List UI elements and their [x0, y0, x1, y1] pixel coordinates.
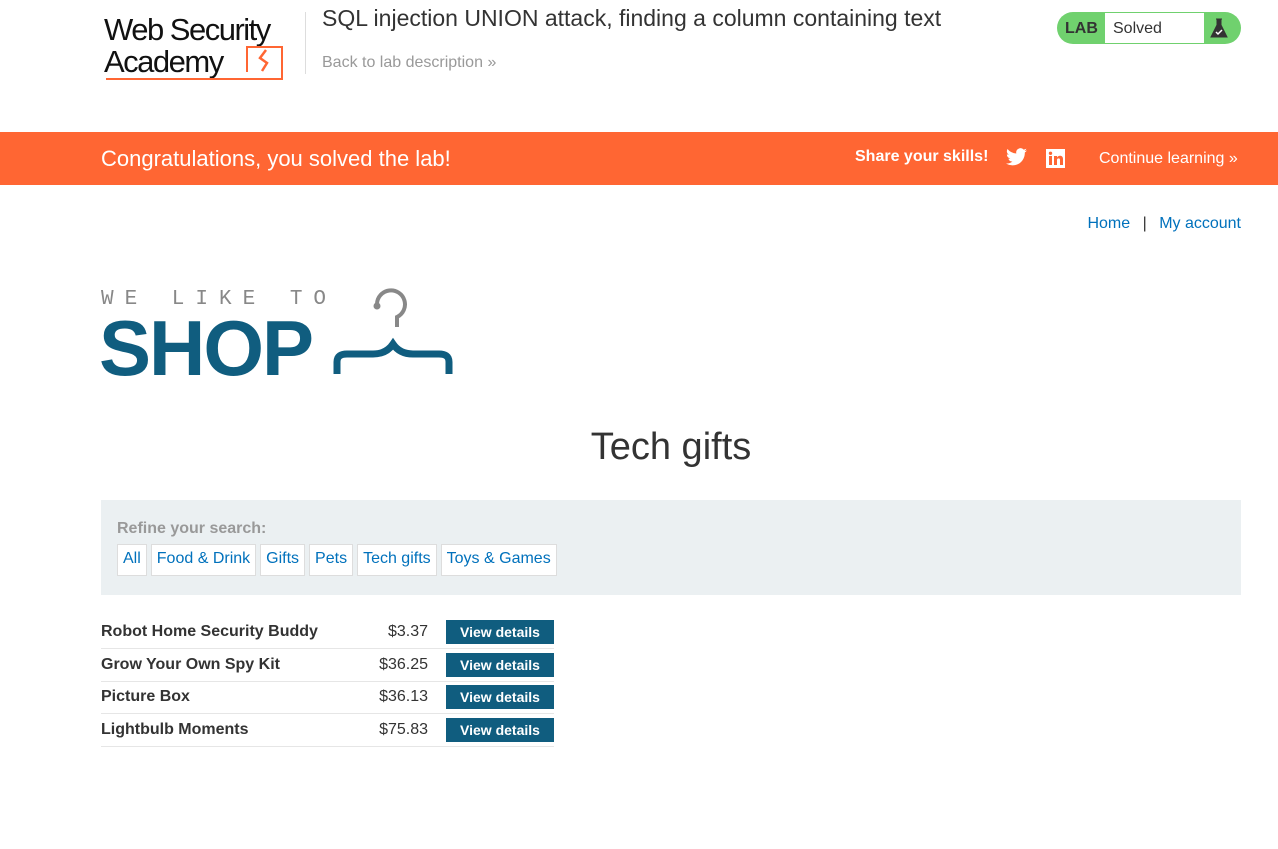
category-pets[interactable]: Pets — [309, 544, 354, 576]
my-account-link[interactable]: My account — [1159, 215, 1241, 232]
header-divider — [305, 12, 306, 74]
table-row: Lightbulb Moments $75.83 View details — [101, 713, 554, 747]
category-tech-gifts[interactable]: Tech gifts — [357, 544, 437, 576]
table-row: Grow Your Own Spy Kit $36.25 View details — [101, 648, 554, 682]
svg-text:Web Security: Web Security — [104, 12, 272, 47]
view-details-button[interactable]: View details — [446, 652, 554, 677]
refine-search-label: Refine your search: — [117, 520, 267, 537]
lab-status-badge: LAB Solved — [1057, 12, 1241, 44]
svg-text:Academy: Academy — [104, 44, 225, 79]
product-price: $36.13 — [371, 681, 446, 714]
linkedin-icon[interactable] — [1046, 149, 1065, 168]
table-row: Robot Home Security Buddy $3.37 View detai… — [101, 616, 554, 649]
svg-text:SHOP: SHOP — [101, 304, 312, 378]
lab-label: LAB — [1065, 20, 1098, 37]
category-all[interactable]: All — [117, 544, 147, 576]
flask-icon — [1210, 18, 1228, 38]
category-filters: All Food & Drink Gifts Pets Tech gifts T… — [117, 544, 557, 576]
view-details-button[interactable]: View details — [446, 685, 554, 710]
we-like-to-shop-logo: WE LIKE TO SHOP — [101, 288, 453, 378]
double-chevron-right-icon: » — [1228, 150, 1238, 167]
lab-status: Solved — [1105, 13, 1204, 43]
back-link-label: Back to lab description — [322, 54, 483, 71]
product-name: Picture Box — [101, 681, 371, 714]
product-table: Robot Home Security Buddy $3.37 View detai… — [101, 616, 554, 747]
table-row: Picture Box $36.13 View details — [101, 681, 554, 714]
view-details-button[interactable]: View details — [446, 620, 554, 644]
solved-banner: Congratulations, you solved the lab! Sha… — [0, 132, 1278, 185]
web-security-academy-logo[interactable]: Web Security Academy — [104, 10, 302, 82]
lab-header: Web Security Academy SQL injection UNION… — [0, 0, 1278, 132]
home-link[interactable]: Home — [1087, 215, 1130, 232]
product-price: $36.25 — [371, 648, 446, 682]
continue-learning-label: Continue learning — [1099, 150, 1225, 167]
filter-panel: Refine your search: All Food & Drink Gif… — [101, 500, 1241, 595]
category-food-drink[interactable]: Food & Drink — [150, 544, 257, 576]
page-title: Tech gifts — [590, 426, 752, 468]
category-toys-games[interactable]: Toys & Games — [440, 544, 557, 576]
product-price: $75.83 — [371, 713, 446, 747]
product-name: Lightbulb Moments — [101, 713, 371, 747]
twitter-icon[interactable] — [1006, 148, 1027, 166]
product-name: Robot Home Security Buddy — [101, 616, 371, 649]
continue-learning-link[interactable]: Continue learning » — [1099, 150, 1238, 168]
product-price: $3.37 — [371, 616, 446, 649]
back-to-lab-description-link[interactable]: Back to lab description » — [322, 54, 496, 72]
share-label: Share your skills! — [855, 148, 989, 165]
nav-separator: | — [1142, 215, 1147, 232]
category-gifts[interactable]: Gifts — [260, 544, 306, 576]
top-nav: Home | My account — [1087, 215, 1241, 233]
view-details-button[interactable]: View details — [446, 717, 554, 742]
lab-title: SQL injection UNION attack, finding a co… — [322, 5, 942, 31]
congratulations-message: Congratulations, you solved the lab! — [101, 146, 451, 171]
double-chevron-right-icon: » — [487, 54, 497, 71]
product-name: Grow Your Own Spy Kit — [101, 648, 371, 682]
